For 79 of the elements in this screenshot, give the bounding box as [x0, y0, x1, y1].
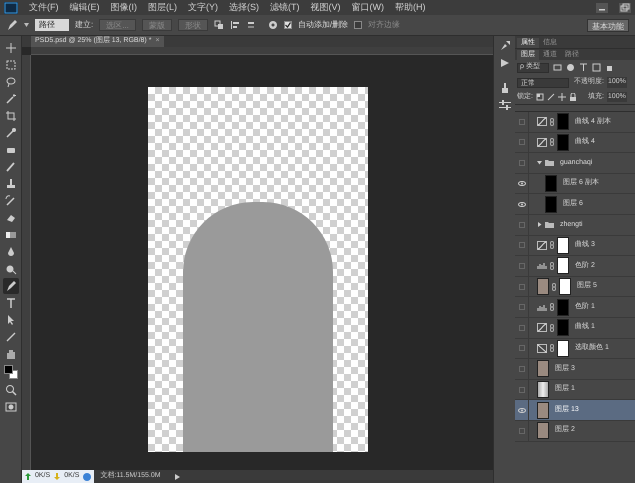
- play-icon[interactable]: [500, 58, 510, 68]
- app-logo: [4, 2, 18, 14]
- visibility-toggle-icon[interactable]: [518, 262, 524, 269]
- path-alignment-icon[interactable]: [230, 20, 240, 30]
- menu-item[interactable]: 帮助(H): [395, 0, 426, 14]
- link-icon: [550, 118, 554, 126]
- curves-icon: [537, 323, 547, 332]
- network-icon: [83, 472, 92, 480]
- collapsed-caret-icon[interactable]: [537, 222, 542, 228]
- curves-icon: [537, 240, 547, 250]
- path-arrange-icon[interactable]: [246, 20, 256, 30]
- link-icon: [550, 138, 554, 146]
- type-filter-icon[interactable]: [579, 63, 588, 72]
- shape-filter-icon[interactable]: [592, 63, 601, 72]
- upload-arrow-icon: [25, 473, 31, 480]
- link-icon: [550, 241, 554, 250]
- image-filter-icon[interactable]: [553, 63, 562, 72]
- visibility-toggle-icon[interactable]: [518, 324, 524, 331]
- eye-icon[interactable]: [518, 181, 526, 186]
- visibility-toggle-icon[interactable]: [518, 345, 524, 352]
- folder-icon: [545, 159, 554, 166]
- settings-icon[interactable]: [268, 20, 278, 30]
- link-icon: [550, 324, 554, 332]
- caret-icon[interactable]: [24, 23, 29, 27]
- menu-item[interactable]: 窗口(W): [352, 0, 384, 14]
- visibility-toggle-icon[interactable]: [518, 284, 524, 290]
- smart-object-filter-icon[interactable]: [605, 63, 614, 72]
- checkbox[interactable]: [284, 21, 292, 29]
- visibility-toggle-icon[interactable]: [518, 160, 524, 166]
- visibility-toggle-icon[interactable]: [518, 386, 524, 393]
- adjustment-filter-icon[interactable]: [566, 63, 575, 72]
- menu-item[interactable]: 视图(V): [310, 0, 340, 14]
- workspace-button[interactable]: 基本功能: [587, 18, 629, 32]
- pen-tool-icon[interactable]: [2, 278, 18, 294]
- download-arrow-icon: [54, 473, 60, 480]
- visibility-toggle-icon[interactable]: [518, 222, 524, 228]
- selective-color-icon: [537, 344, 547, 353]
- checkbox-label: 自动添加/删除: [298, 19, 348, 31]
- menu-item[interactable]: 选择(S): [229, 0, 259, 14]
- lock-icon[interactable]: [568, 93, 577, 101]
- menu-item[interactable]: 图层(L): [148, 0, 177, 14]
- path-operations-icon[interactable]: [214, 20, 224, 30]
- curves-icon: [537, 117, 547, 126]
- visibility-toggle-icon[interactable]: [518, 139, 524, 146]
- menu-item[interactable]: 文件(F): [29, 0, 58, 14]
- menu-item[interactable]: 文字(Y): [188, 0, 218, 14]
- lock-transparency-icon[interactable]: [536, 93, 544, 101]
- minimize-icon[interactable]: [596, 2, 608, 12]
- sliders-icon[interactable]: [498, 100, 510, 110]
- folder-icon: [545, 221, 554, 228]
- lock-move-icon[interactable]: [558, 93, 566, 101]
- link-icon: [550, 303, 554, 312]
- visibility-toggle-icon[interactable]: [518, 304, 524, 310]
- visibility-toggle-icon[interactable]: [518, 366, 524, 372]
- foreground-color-swatch[interactable]: [4, 365, 12, 374]
- menu-item[interactable]: 滤镜(T): [270, 0, 300, 14]
- visibility-toggle-icon[interactable]: [518, 428, 524, 434]
- checkbox-label: 对齐边缘: [368, 19, 400, 31]
- histogram-icon: [537, 261, 547, 270]
- play-icon[interactable]: [174, 474, 180, 480]
- checkbox[interactable]: [354, 21, 362, 29]
- visibility-toggle-icon[interactable]: [518, 118, 524, 125]
- pen-icon[interactable]: [6, 19, 18, 31]
- lock-paint-icon[interactable]: [546, 93, 555, 101]
- link-icon: [550, 344, 554, 352]
- eye-icon[interactable]: [518, 202, 526, 207]
- eye-icon[interactable]: [518, 408, 526, 413]
- make-label: 建立:: [75, 19, 94, 31]
- visibility-toggle-icon[interactable]: [518, 242, 524, 248]
- checkmark-icon: [284, 22, 291, 28]
- menu-item[interactable]: 图像(I): [110, 0, 137, 14]
- link-icon: [550, 262, 554, 270]
- curves-icon: [537, 138, 547, 147]
- expanded-caret-icon[interactable]: [537, 160, 542, 166]
- mode-dropdown[interactable]: 路径: [35, 19, 69, 31]
- restore-icon[interactable]: [619, 2, 631, 12]
- histogram-icon: [537, 302, 547, 312]
- link-icon: [552, 282, 556, 291]
- menu-item[interactable]: 编辑(E): [70, 0, 100, 14]
